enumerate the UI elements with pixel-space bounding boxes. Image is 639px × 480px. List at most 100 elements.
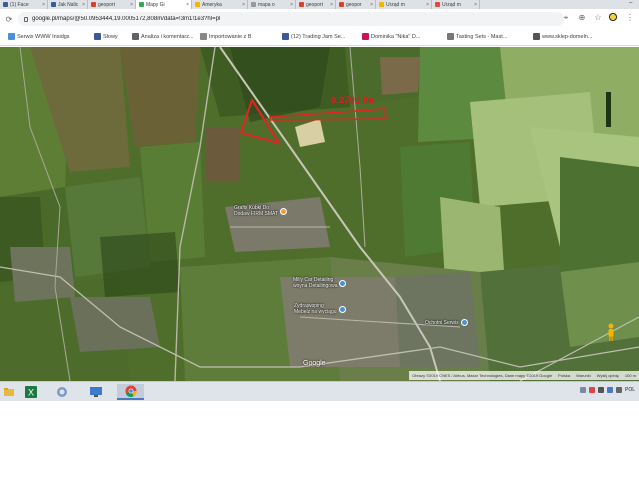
bookmark-item[interactable]: Importowanie z B: [200, 33, 252, 40]
browser-tab[interactable]: Mapy Gi ×: [136, 0, 192, 9]
star-icon[interactable]: ☆: [593, 13, 603, 23]
close-tab-icon[interactable]: ×: [42, 2, 47, 8]
browser-tab[interactable]: Ameryka ×: [192, 0, 248, 9]
tab-label: Jak Nalic: [58, 1, 79, 8]
browser-tab[interactable]: Urząd m ×: [376, 0, 432, 9]
chrome-icon: [125, 385, 137, 397]
attribution-country[interactable]: Polska: [558, 373, 570, 378]
zoom-icon[interactable]: ⊕: [577, 13, 587, 23]
bookmark-item[interactable]: Tasting Sets - Mast...: [447, 33, 507, 40]
taskbar-chrome[interactable]: [117, 384, 144, 400]
tab-favicon-icon: [51, 2, 56, 7]
tab-label: geoport: [98, 1, 115, 8]
system-tray: POL: [579, 387, 635, 393]
tab-label: geopor: [346, 1, 362, 8]
tab-favicon-icon: [435, 2, 440, 7]
bookmark-label: Słowy: [103, 33, 118, 40]
tab-favicon-icon: [299, 2, 304, 7]
bookmark-favicon-icon: [533, 33, 540, 40]
tab-favicon-icon: [139, 2, 144, 7]
poi-furniture[interactable]: Zydrajwoping Mebelz na wyciągu: [294, 303, 346, 315]
menu-icon[interactable]: ⋮: [625, 13, 635, 23]
browser-tab[interactable]: Urząd m ×: [432, 0, 480, 9]
shop-pin-icon: [280, 207, 288, 215]
extension-icon[interactable]: [609, 13, 619, 23]
poi-label: Milly Car Detailing woyna Detailingowa: [293, 277, 338, 289]
tab-label: (1) Face: [10, 1, 29, 8]
battery-icon[interactable]: [597, 387, 604, 393]
service-pin-icon: [460, 319, 468, 326]
scale-bar[interactable]: 100 m: [625, 373, 636, 378]
network-icon[interactable]: [579, 387, 586, 393]
ie-icon: [57, 387, 67, 397]
bookmark-favicon-icon: [362, 33, 369, 40]
close-tab-icon[interactable]: ×: [290, 2, 295, 8]
browser-tab[interactable]: mapa o ×: [248, 0, 296, 9]
bookmark-label: Serwis WWW Insidgs: [17, 33, 70, 40]
wifi-icon[interactable]: [606, 387, 613, 393]
minimize-button[interactable]: –: [629, 0, 632, 6]
map-attribution: Obrazy ©2019 CNES / Airbus, Maxar Techno…: [409, 371, 639, 380]
service-pin-icon: [338, 305, 346, 313]
bookmark-item[interactable]: (12) Trading Jam Se...: [282, 33, 345, 40]
taskbar-explorer[interactable]: [0, 384, 18, 400]
close-tab-icon[interactable]: ×: [82, 2, 87, 8]
tab-favicon-icon: [3, 2, 8, 7]
empty-area: [0, 401, 639, 480]
language-indicator[interactable]: POL: [625, 387, 635, 393]
browser-toolbar: ⟳ google.pl/maps/@50.0953444,19.0005172,…: [0, 9, 639, 29]
browser-tab[interactable]: Jak Nalic ×: [48, 0, 88, 9]
bookmark-label: (12) Trading Jam Se...: [291, 33, 346, 40]
close-tab-icon[interactable]: ×: [370, 2, 375, 8]
poi-car-detailing[interactable]: Milly Car Detailing woyna Detailingowa: [293, 277, 347, 289]
close-tab-icon[interactable]: ×: [474, 2, 479, 8]
location-icon[interactable]: ⌖: [561, 13, 571, 23]
close-tab-icon[interactable]: ×: [186, 2, 191, 8]
browser-tab[interactable]: (1) Face ×: [0, 0, 48, 9]
attribution-terms[interactable]: Warunki: [576, 373, 591, 378]
excel-icon: X: [25, 386, 37, 398]
tab-favicon-icon: [91, 2, 96, 7]
browser-tab[interactable]: geoport ×: [88, 0, 136, 9]
taskbar-desktop[interactable]: [87, 384, 105, 400]
taskbar-internet-explorer[interactable]: [53, 384, 71, 400]
satellite-map[interactable]: 0,2701 ha Grafix Kubki Do Dodaw FIRM SMA…: [0, 47, 639, 381]
browser-tab-strip: (1) Face × Jak Nalic × geoport × Mapy Gi × Amery…: [0, 0, 639, 9]
folder-icon: [4, 388, 14, 396]
close-tab-icon[interactable]: ×: [130, 2, 135, 8]
bookmarks-bar: Serwis WWW Insidgs Słowy Analiza i komenta…: [0, 29, 639, 46]
poi-label: Ochotni Serwis: [425, 319, 459, 326]
volume-icon[interactable]: [615, 387, 622, 393]
google-logo: Google: [303, 360, 326, 367]
taskbar-excel[interactable]: X: [22, 384, 40, 400]
pegman-icon[interactable]: [607, 323, 615, 341]
service-pin-icon: [339, 279, 347, 287]
desktop-icon: [90, 387, 102, 397]
bookmark-item[interactable]: Dominika "Nika" D...: [362, 33, 420, 40]
tab-label: Urząd m: [442, 1, 461, 8]
bookmark-label: Tasting Sets - Mast...: [456, 33, 508, 40]
tab-label: Ameryka: [202, 1, 222, 8]
browser-tab[interactable]: geoport ×: [296, 0, 336, 9]
close-tab-icon[interactable]: ×: [330, 2, 335, 8]
bookmark-item[interactable]: Słowy: [94, 33, 118, 40]
poi-grafix[interactable]: Grafix Kubki Do Dodaw FIRM SMAT: [234, 205, 288, 217]
bookmark-item[interactable]: www.sklep-domeln...: [533, 33, 592, 40]
bookmark-label: Importowanie z B: [209, 33, 252, 40]
antivirus-icon[interactable]: [588, 387, 595, 393]
poi-ochotni-serwis[interactable]: Ochotni Serwis: [425, 319, 468, 326]
tab-label: geoport: [306, 1, 323, 8]
lock-icon: [24, 16, 28, 22]
close-tab-icon[interactable]: ×: [242, 2, 247, 8]
svg-text:X: X: [28, 388, 34, 398]
browser-tab[interactable]: geopor ×: [336, 0, 376, 9]
address-bar[interactable]: google.pl/maps/@50.0953444,19.0005172,80…: [18, 12, 564, 26]
windows-taskbar: X POL: [0, 381, 639, 401]
bookmark-item[interactable]: Analiza i komentarz...: [132, 33, 194, 40]
bookmark-item[interactable]: Serwis WWW Insidgs: [8, 33, 70, 40]
close-tab-icon[interactable]: ×: [426, 2, 431, 8]
bookmark-favicon-icon: [8, 33, 15, 40]
attribution-feedback[interactable]: Wyślij opinię: [597, 373, 619, 378]
bookmark-label: www.sklep-domeln...: [542, 33, 593, 40]
reload-icon[interactable]: ⟳: [4, 15, 14, 24]
